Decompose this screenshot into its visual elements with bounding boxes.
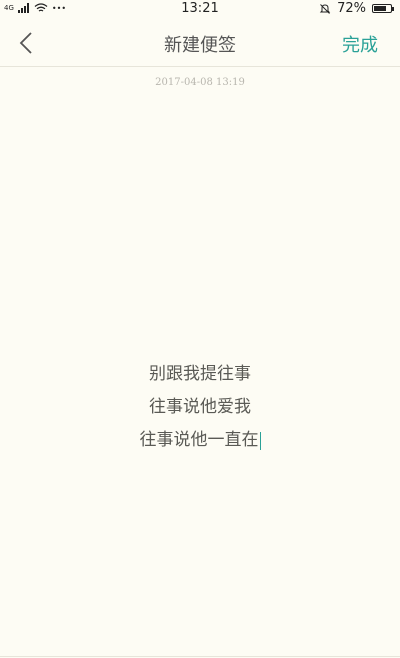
bottom-divider — [0, 656, 400, 657]
note-editor[interactable]: 别跟我提往事 往事说他爱我 往事说他一直在 — [0, 358, 400, 457]
note-line: 别跟我提往事 — [149, 364, 251, 384]
status-right: 72% — [319, 1, 394, 16]
note-timestamp: 2017-04-08 13:19 — [155, 77, 245, 88]
note-line-text: 往事说他一直在 — [139, 430, 259, 450]
note-line-last: 往事说他一直在 — [0, 424, 400, 457]
text-cursor — [259, 431, 261, 450]
page-title: 新建便签 — [164, 35, 236, 56]
note-line: 往事说他爱我 — [149, 397, 251, 417]
battery-level-fill — [374, 6, 386, 11]
mute-bell-icon — [319, 3, 331, 14]
done-button[interactable]: 完成 — [342, 31, 378, 57]
status-bar: 4G ••• 13:21 72% — [0, 0, 400, 20]
battery-icon — [372, 4, 394, 13]
battery-percent: 72% — [337, 1, 366, 16]
top-bar: 新建便签 完成 — [0, 20, 400, 67]
